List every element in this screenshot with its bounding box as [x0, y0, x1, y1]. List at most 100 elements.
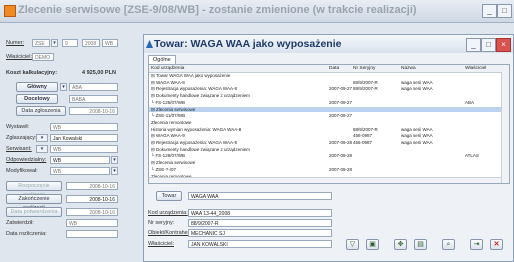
column-header-kod[interactable]: Kod urządzenia: [151, 65, 184, 72]
cell-kod: Historia wymian wyposażenia: WAGA WAA-8: [151, 126, 242, 132]
docelowy-field[interactable]: BABA: [69, 95, 118, 103]
grid-vertical-scrollbar[interactable]: [501, 72, 509, 183]
cell-nazwa: waga serii WAA: [401, 79, 433, 85]
kod-label: Kod urządzenia:: [148, 210, 188, 216]
main-window-title: Zlecenie serwisowe [ZSE-9/08/WB] - zosta…: [18, 4, 417, 16]
zglaszajacy-field[interactable]: Jan Kowalski: [50, 134, 118, 142]
cell-nazwa: waga serii WAA: [401, 126, 433, 132]
dialog-maximize-button[interactable]: □: [481, 38, 496, 52]
grid-header: Kod urządzenia Data Nr Seryjny Nazwa Wła…: [149, 65, 509, 73]
delete-icon[interactable]: ✕: [490, 239, 503, 250]
column-header-nazwa[interactable]: Nazwa: [401, 65, 416, 72]
wlasciciel-field[interactable]: DEMO: [32, 53, 54, 61]
modyfikowal-dropdown[interactable]: ▾: [111, 167, 118, 175]
column-header-nr[interactable]: Nr Seryjny: [353, 65, 375, 72]
table-row[interactable]: ⊟ WAGA WAA-9 456-0987 waga serii WAA: [149, 133, 501, 139]
modyfikowal-field[interactable]: WB: [50, 167, 110, 175]
equipment-tree-grid: Kod urządzenia Data Nr Seryjny Nazwa Wła…: [148, 64, 510, 184]
numer-label: Numer:: [6, 40, 25, 46]
glowny-dropdown[interactable]: ▾: [60, 83, 67, 91]
wystawil-label: Wystawił:: [6, 124, 30, 130]
table-row[interactable]: ⊟ Towar WAGA WAA jako wyposażenie: [149, 73, 501, 79]
export-icon[interactable]: ⇥: [470, 239, 483, 250]
table-row[interactable]: └ FS-129/07/WB 2007-09-28 ATLAS: [149, 153, 501, 159]
move-icon[interactable]: ✥: [394, 239, 407, 250]
table-row[interactable]: ⊟ Dokumenty handlowe związane z urządzen…: [149, 93, 501, 99]
data-zgloszenia-field[interactable]: 2008-10-16: [69, 107, 118, 115]
odpowiedzialny-label: Odpowiedzialny:: [6, 157, 47, 163]
cell-nr: 456-0987: [353, 133, 373, 139]
cell-data: 2007-09-27: [329, 99, 353, 105]
print-preview-icon[interactable]: ▣: [366, 239, 379, 250]
table-row[interactable]: Zlecenia remontowe: [149, 120, 501, 126]
zglaszajacy-dropdown[interactable]: ▾: [36, 134, 48, 142]
data-potwierdzenia-button[interactable]: Data potwierdzenia: [6, 207, 62, 217]
column-header-wlasciciel[interactable]: Właściciel: [465, 65, 486, 72]
maximize-button[interactable]: □: [497, 4, 512, 18]
cell-kod: ⊟ WAGA WAA-9: [151, 133, 185, 139]
nr-field[interactable]: 88/9/2007-R: [188, 219, 332, 227]
main-window-titlebar: Zlecenie serwisowe [ZSE-9/08/WB] - zosta…: [0, 0, 514, 23]
odpowiedzialny-dropdown[interactable]: ▾: [111, 156, 118, 164]
zglaszajacy-label: Zgłaszający:: [6, 135, 37, 141]
modyfikowal-label: Modyfikował:: [6, 168, 38, 174]
cell-kod: └ FS-125/07/WB: [151, 99, 185, 105]
minimize-button[interactable]: _: [482, 4, 497, 18]
dialog-title: Towar: WAGA WAA jako wyposażenie: [154, 38, 342, 50]
table-row[interactable]: Historia wymian wyposażenia: WAGA WAA-8 8…: [149, 127, 501, 133]
serwisant-field[interactable]: WB: [50, 145, 118, 153]
data-zgloszenia-button[interactable]: Data zgłoszenia: [16, 106, 66, 116]
obiekt-field[interactable]: MECHANIC SJ: [188, 229, 332, 237]
numer-series-field[interactable]: WB: [102, 39, 118, 47]
data-rozliczenia-field[interactable]: [66, 230, 118, 238]
table-row[interactable]: └ FS-125/07/WB 2007-09-27 ABA: [149, 100, 501, 106]
dialog-close-button[interactable]: ×: [496, 38, 511, 52]
zakonczenie-field[interactable]: 2008-10-16: [66, 195, 118, 203]
table-row[interactable]: ⊟ Rejestracja wyposażenia: WAGA WAA-9 200…: [149, 140, 501, 146]
table-row[interactable]: ⊟ WAGA WAA-8 88/9/2007-R waga serii WAA: [149, 80, 501, 86]
towar-field[interactable]: WAGA WAA: [188, 192, 332, 200]
glowny-field[interactable]: ABA: [69, 83, 118, 91]
grid-horizontal-scrollbar[interactable]: [149, 177, 501, 183]
zatwierdzil-field[interactable]: WB: [66, 219, 118, 227]
rozpoczecie-button[interactable]: Rozpoczęcie realizacji: [6, 181, 62, 198]
dialog-minimize-button[interactable]: _: [466, 38, 481, 52]
docelowy-button[interactable]: Docelowy: [16, 94, 58, 104]
towar-button[interactable]: Towar: [156, 191, 182, 201]
cell-nr: 88/9/2007-R: [353, 86, 378, 92]
filter-icon[interactable]: ▽: [346, 239, 359, 250]
table-row[interactable]: ⊟ Zlecenia serwisowe: [149, 160, 501, 166]
numer-year-field[interactable]: 2008: [82, 39, 100, 47]
cell-data: 2007-09-27: [329, 113, 353, 119]
numer-prefix-field[interactable]: ZSE: [32, 39, 50, 47]
zakonczenie-button[interactable]: Zakończenie realizacji: [6, 194, 62, 211]
odpowiedzialny-field[interactable]: WB: [50, 156, 110, 164]
table-row[interactable]: ⊟ Zlecenia serwisowe: [149, 106, 501, 113]
table-row[interactable]: └ ZSE-?-/07 2007-09-28: [149, 167, 501, 173]
search-icon[interactable]: ⌕: [442, 239, 455, 250]
cell-nr: 456-0987: [353, 140, 373, 145]
cell-data: 2007-09-28: [329, 166, 353, 172]
cell-nr: 88/9/2007-R: [353, 79, 378, 85]
wystawil-field[interactable]: WB: [50, 123, 118, 131]
kod-field[interactable]: WAA 13-44_2008: [188, 209, 332, 217]
dialog-wlasciciel-field[interactable]: JAN KOWALSKI: [188, 240, 332, 248]
numer-no-field[interactable]: 9: [62, 39, 78, 47]
table-row[interactable]: ⊟ Rejestracja wyposażenia: WAGA WAA-8 200…: [149, 86, 501, 92]
serwisant-dropdown[interactable]: ▾: [36, 145, 48, 153]
rozpoczecie-field[interactable]: 2008-10-16: [66, 182, 118, 190]
cell-nazwa: waga serii WAA: [401, 140, 433, 145]
numer-prefix-dropdown[interactable]: ▾: [51, 39, 58, 47]
cell-data: 2007-09-28: [329, 140, 353, 145]
koszt-label: Koszt kalkulacyjny:: [6, 70, 58, 76]
column-header-data[interactable]: Data: [329, 65, 339, 72]
wlasciciel-label: Właściciel:: [6, 54, 32, 60]
cell-nazwa: waga serii WAA: [401, 133, 433, 139]
table-row[interactable]: └ ZSE-11/07/WB 2007-09-27: [149, 113, 501, 119]
cell-data: 2007-09-28: [329, 153, 353, 159]
data-potwierdzenia-field[interactable]: 2008-10-16: [66, 208, 118, 216]
document-icon[interactable]: ▤: [414, 239, 427, 250]
dialog-titlebar: Towar: WAGA WAA jako wyposażenie _ □ ×: [144, 35, 513, 53]
table-row[interactable]: ⊟ Dokumenty handlowe związane z urządzen…: [149, 147, 501, 153]
glowny-button[interactable]: Główny: [16, 82, 58, 92]
